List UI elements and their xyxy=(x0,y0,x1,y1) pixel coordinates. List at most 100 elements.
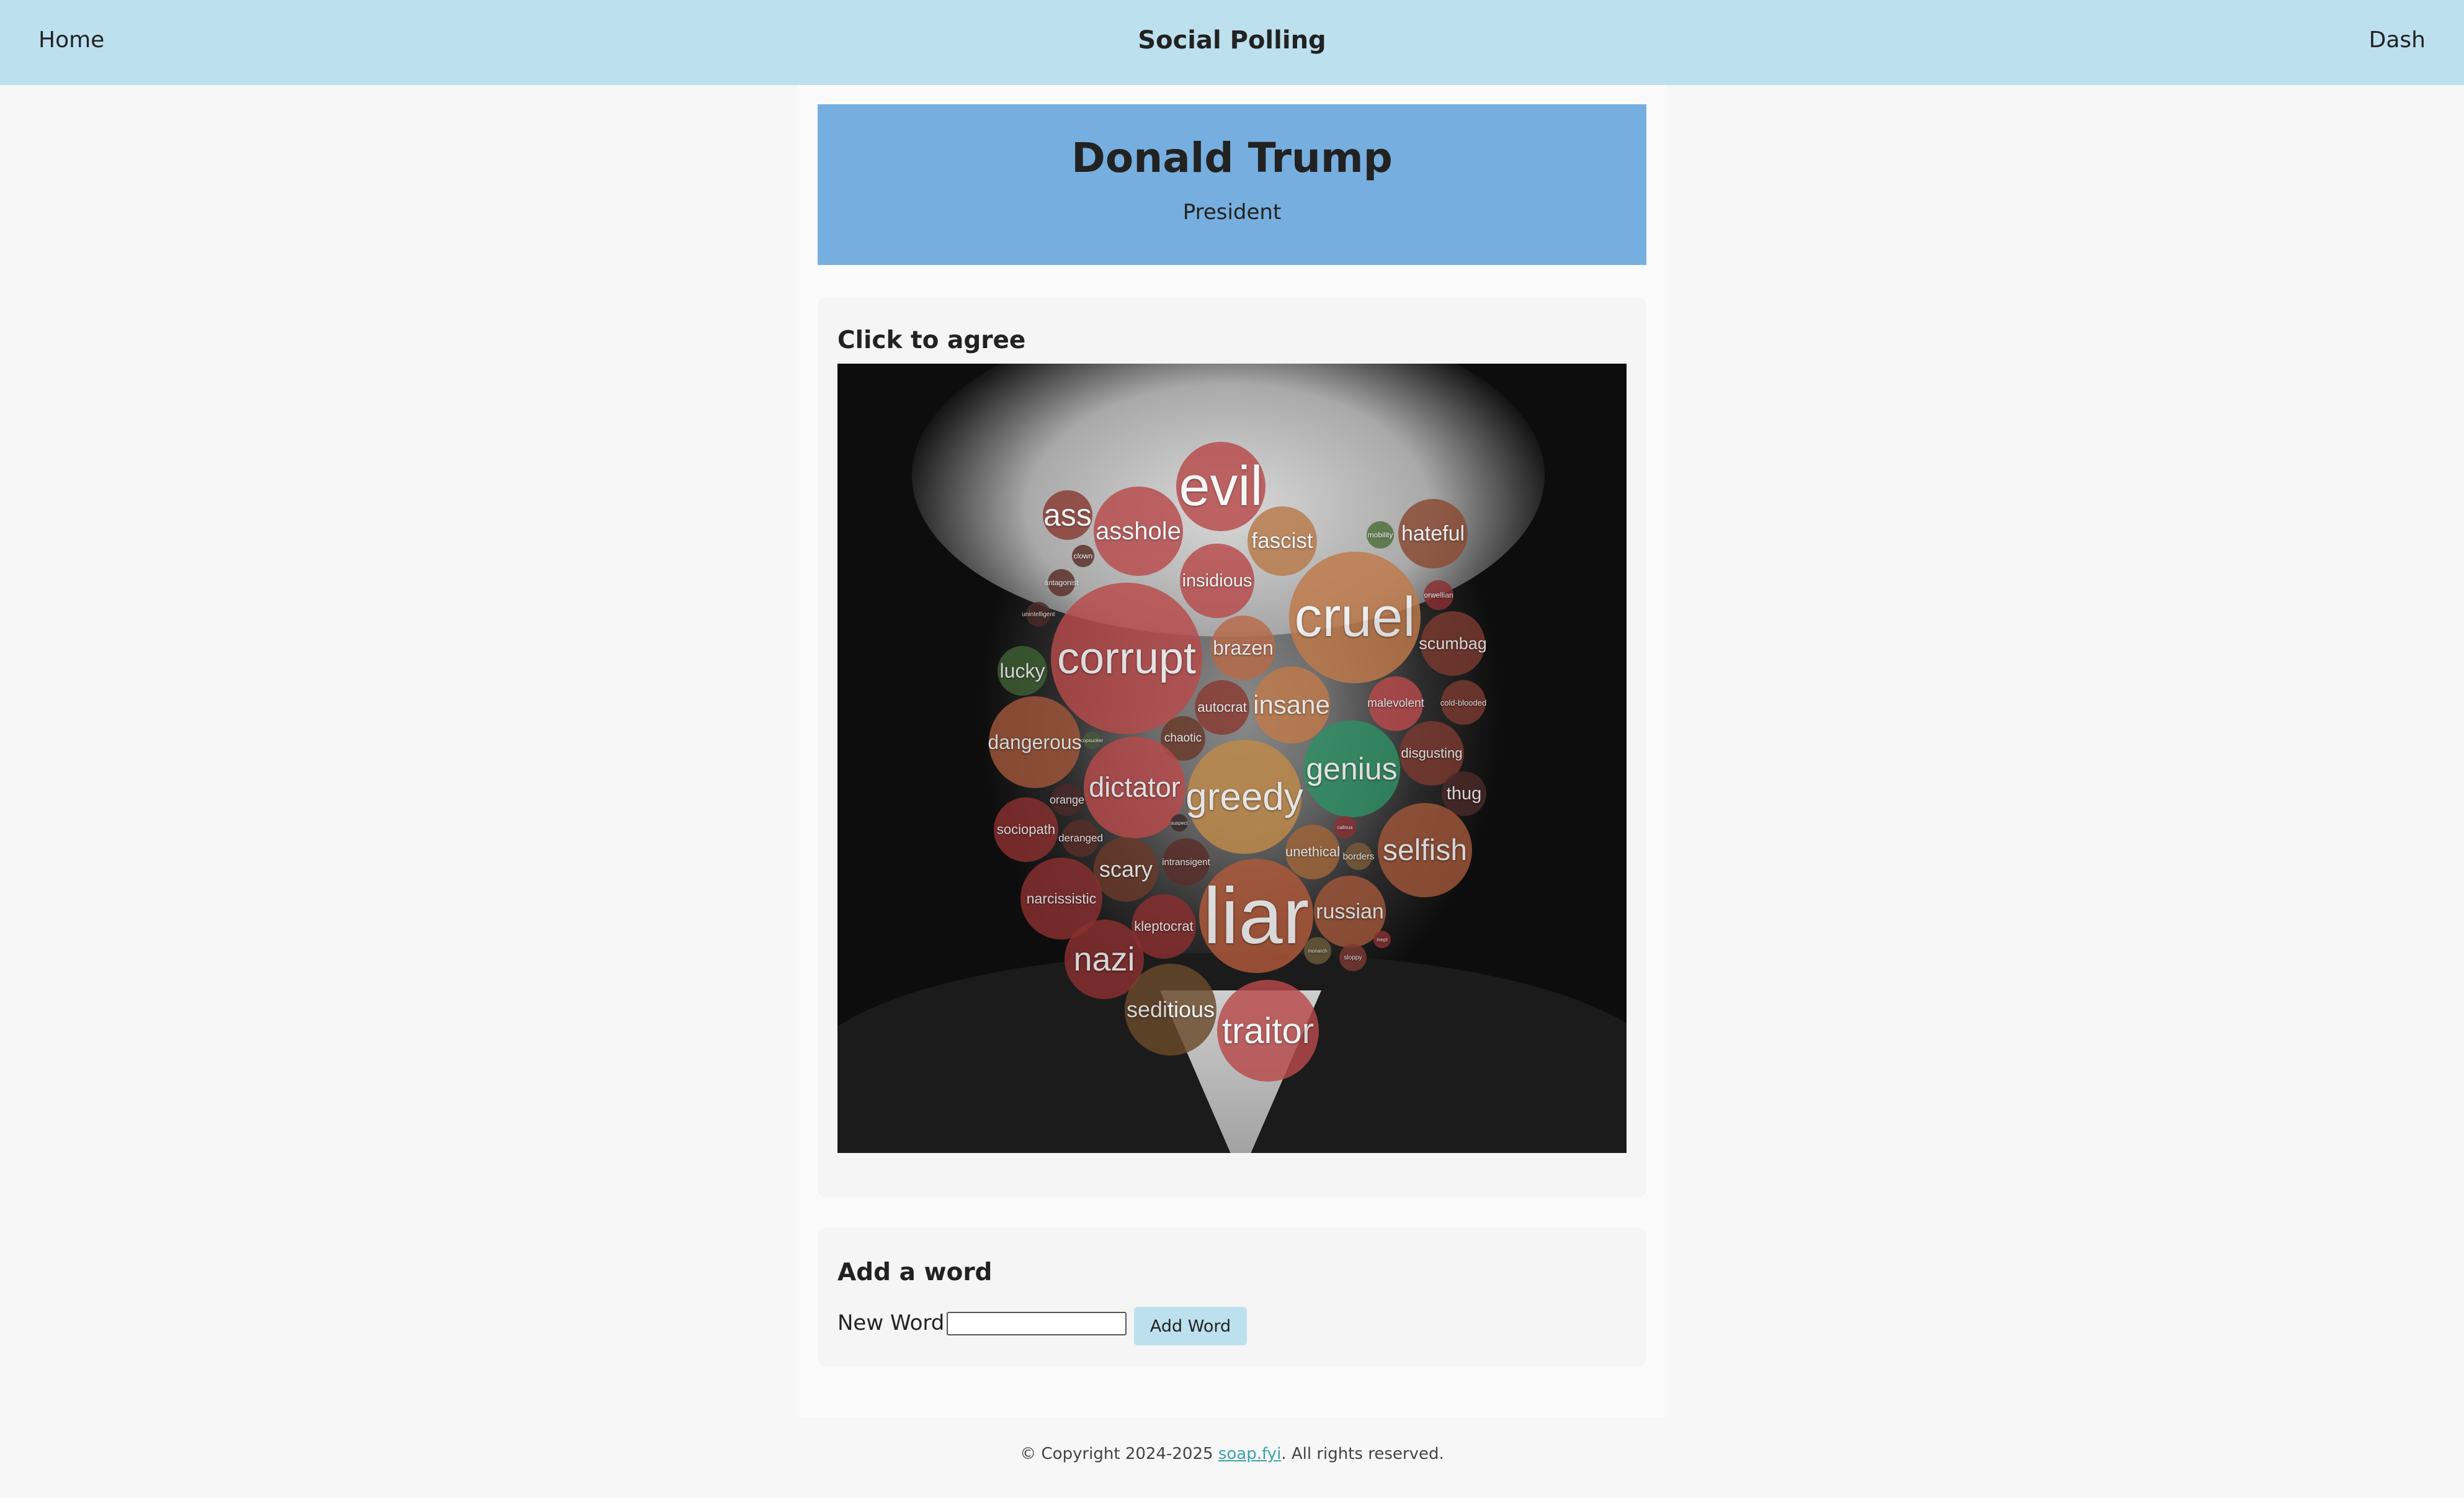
word-bubble-label: insane xyxy=(1253,690,1330,719)
word-bubble-label: fascist xyxy=(1251,529,1313,553)
top-navigation-bar: Home Social Polling Dash xyxy=(0,0,2464,85)
word-bubble-label: dictator xyxy=(1089,771,1181,803)
word-bubble-label: thug xyxy=(1446,783,1482,804)
word-bubble-genius[interactable]: genius xyxy=(1303,720,1400,817)
word-bubble-label: disgusting xyxy=(1401,745,1463,761)
word-bubble-callous[interactable]: callous xyxy=(1334,816,1356,838)
word-bubble-label: unethical xyxy=(1285,844,1341,859)
word-bubble-lucky[interactable]: lucky xyxy=(998,646,1047,696)
word-bubble-label: traitor xyxy=(1221,1010,1315,1051)
word-bubble-orange[interactable]: orange xyxy=(1049,784,1085,816)
word-bubble-seditious[interactable]: seditious xyxy=(1125,964,1216,1056)
word-bubble-label: sloppy xyxy=(1344,954,1362,961)
word-bubble-insane[interactable]: insane xyxy=(1253,666,1330,743)
agree-heading: Click to agree xyxy=(837,326,1026,354)
nav-dash-link[interactable]: Dash xyxy=(2369,27,2426,53)
profile-header: Donald Trump President xyxy=(818,104,1646,265)
word-bubble-borders[interactable]: borders xyxy=(1342,843,1375,870)
word-bubble-unethical[interactable]: unethical xyxy=(1285,825,1340,879)
word-bubble-label: cold-blooded xyxy=(1440,697,1487,707)
word-bubble-orwellian[interactable]: orwellian xyxy=(1424,580,1453,610)
word-bubble-insidious[interactable]: insidious xyxy=(1180,544,1254,618)
word-bubble-label: selfish xyxy=(1382,833,1468,867)
word-bubble-fascist[interactable]: fascist xyxy=(1248,506,1317,576)
footer-copyright: © Copyright 2024-2025 xyxy=(1020,1445,1218,1463)
word-bubble-malevolent[interactable]: malevolent xyxy=(1367,676,1424,731)
word-bubble-antagonist[interactable]: antagonist xyxy=(1044,569,1079,596)
footer-site-link[interactable]: soap.fyi xyxy=(1218,1445,1281,1463)
word-bubble-corrupt[interactable]: corrupt xyxy=(1051,583,1202,734)
word-bubble-label: hateful xyxy=(1401,521,1465,545)
word-bubble-label: mobility xyxy=(1367,531,1393,539)
new-word-label: New Word: xyxy=(837,1311,952,1335)
word-bubble-cruel[interactable]: cruel xyxy=(1289,552,1421,683)
word-bubble-scumbag[interactable]: scumbag xyxy=(1419,611,1487,676)
word-bubble-label: inept xyxy=(1377,936,1388,943)
word-bubble-inept[interactable]: inept xyxy=(1373,931,1391,948)
word-bubble-greedy[interactable]: greedy xyxy=(1185,740,1303,854)
word-bubble-selfish[interactable]: selfish xyxy=(1378,803,1472,897)
word-bubble-label: clown xyxy=(1073,552,1093,560)
word-bubble-label: dangerous xyxy=(988,730,1082,753)
word-bubble-label: orwellian xyxy=(1424,591,1453,599)
word-bubble-autocrat[interactable]: autocrat xyxy=(1195,680,1249,735)
word-bubble-label: deranged xyxy=(1058,832,1103,844)
word-bubble-traitor[interactable]: traitor xyxy=(1217,980,1319,1082)
word-bubble-mobility[interactable]: mobility xyxy=(1367,521,1394,549)
word-bubble-label: brazen xyxy=(1213,636,1274,659)
word-bubble-liar[interactable]: liar xyxy=(1199,859,1313,973)
word-bubble-label: borders xyxy=(1342,851,1375,862)
add-word-button[interactable]: Add Word xyxy=(1134,1307,1247,1345)
word-cloud-image: evil ass asshole fascist mobility hateful clow… xyxy=(837,364,1627,1153)
word-bubble-label: narcissistic xyxy=(1026,890,1097,907)
word-bubble-label: seditious xyxy=(1126,997,1215,1022)
word-bubble-label: suspect xyxy=(1171,820,1188,826)
word-bubble-brazen[interactable]: brazen xyxy=(1211,616,1275,680)
word-bubble-deranged[interactable]: deranged xyxy=(1058,820,1103,857)
word-bubble-label: scumbag xyxy=(1419,634,1487,653)
word-bubble-label: sociopath xyxy=(996,822,1056,837)
word-bubble-unintelligent[interactable]: unintelligent xyxy=(1022,602,1055,627)
agree-card: Click to agree evil ass asshole fascist mobi… xyxy=(818,297,1646,1198)
add-word-heading: Add a word xyxy=(837,1258,993,1286)
word-bubble-label: cruel xyxy=(1294,586,1416,648)
word-bubble-label: genius xyxy=(1306,751,1398,786)
word-bubble-label: asshole xyxy=(1096,517,1181,545)
word-bubble-sociopath[interactable]: sociopath xyxy=(994,797,1058,862)
word-bubble-dangerous[interactable]: dangerous xyxy=(988,696,1082,788)
word-bubble-evil[interactable]: evil xyxy=(1176,442,1265,531)
word-bubble-suspect[interactable]: suspect xyxy=(1171,814,1188,832)
word-bubble-sloppy[interactable]: sloppy xyxy=(1339,944,1367,971)
add-word-card: Add a word New Word: Add Word xyxy=(818,1227,1646,1366)
word-bubble-scary[interactable]: scary xyxy=(1094,837,1158,902)
word-bubble-monarch[interactable]: monarch xyxy=(1304,937,1331,964)
word-bubble-label: unintelligent xyxy=(1022,611,1055,618)
footer-rights: . All rights reserved. xyxy=(1281,1445,1444,1463)
word-bubble-label: malevolent xyxy=(1367,697,1424,710)
word-bubble-label: monarch xyxy=(1308,948,1328,954)
word-bubble-label: liar xyxy=(1203,871,1310,961)
word-bubble-label: corrupt xyxy=(1056,634,1197,683)
word-bubble-label: lucky xyxy=(999,659,1045,682)
word-bubble-ass[interactable]: ass xyxy=(1043,490,1092,540)
word-bubble-cold-blooded[interactable]: cold-blooded xyxy=(1440,680,1487,725)
word-bubble-label: russian xyxy=(1316,899,1384,923)
word-bubble-asshole[interactable]: asshole xyxy=(1094,487,1183,576)
word-bubble-label: autocrat xyxy=(1197,699,1247,715)
new-word-input[interactable] xyxy=(947,1312,1127,1335)
word-bubble-label: orange xyxy=(1049,793,1085,806)
word-bubble-label: evil xyxy=(1179,455,1263,518)
profile-name: Donald Trump xyxy=(1071,134,1393,182)
site-title: Social Polling xyxy=(1138,26,1326,55)
word-bubble-label: ass xyxy=(1043,498,1092,532)
word-bubble-label: antagonist xyxy=(1044,578,1079,587)
word-bubble-hateful[interactable]: hateful xyxy=(1398,499,1468,568)
word-bubble-label: scary xyxy=(1099,856,1153,882)
word-bubble-clown[interactable]: clown xyxy=(1072,545,1094,567)
word-bubble-intransigent[interactable]: intransigent xyxy=(1162,838,1210,886)
word-bubble-label: intransigent xyxy=(1162,856,1210,868)
word-bubble-label: greedy xyxy=(1185,775,1303,819)
profile-role: President xyxy=(1182,200,1282,225)
word-bubble-label: insidious xyxy=(1182,570,1252,591)
word-bubble-copsucker[interactable]: copsucker xyxy=(1081,732,1103,749)
